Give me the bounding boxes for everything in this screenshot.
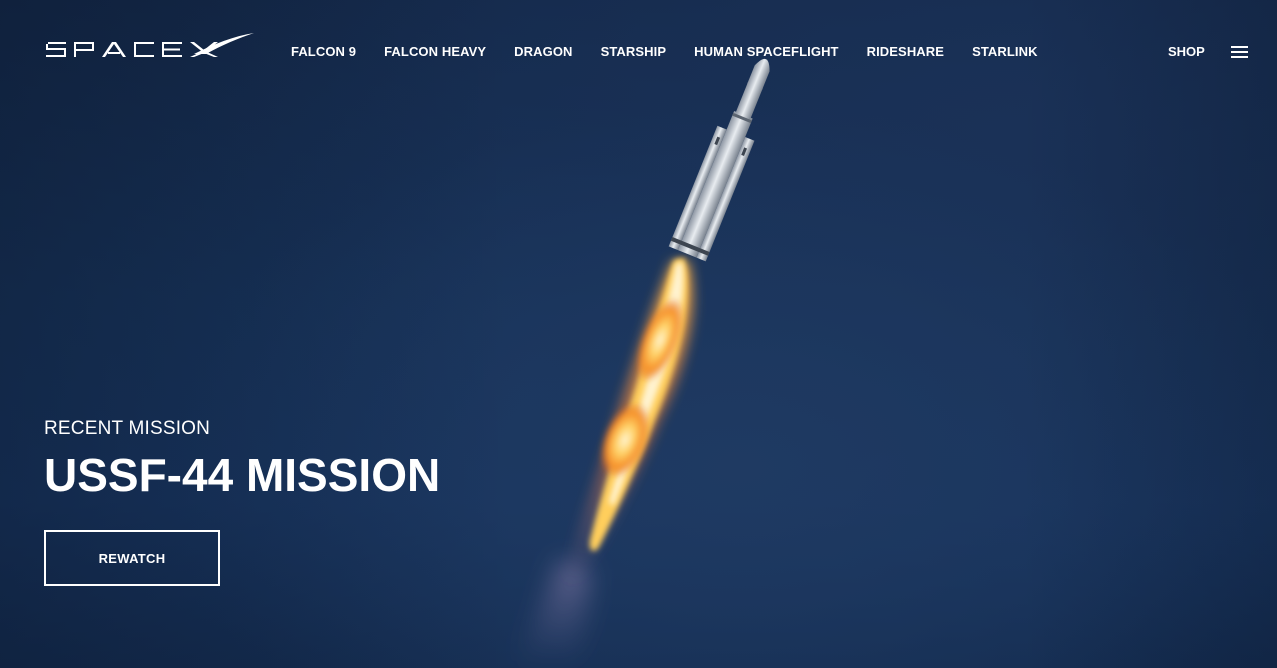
menu-bar (1231, 46, 1248, 48)
nav-link-human-spaceflight[interactable]: HUMAN SPACEFLIGHT (694, 44, 838, 60)
hero-section: FALCON 9 FALCON HEAVY DRAGON STARSHIP HU… (0, 0, 1277, 668)
hero-eyebrow: RECENT MISSION (44, 418, 211, 439)
primary-nav: FALCON 9 FALCON HEAVY DRAGON STARSHIP HU… (291, 44, 1066, 60)
nav-link-starlink[interactable]: STARLINK (972, 44, 1038, 60)
nav-link-starship[interactable]: STARSHIP (601, 44, 667, 60)
nav-link-dragon[interactable]: DRAGON (514, 44, 572, 60)
spacex-swoosh-logo-icon (46, 33, 254, 57)
menu-bar (1231, 56, 1248, 58)
menu-bar (1231, 51, 1248, 53)
hero-title: USSF-44 MISSION (44, 449, 441, 501)
spacex-logo[interactable] (44, 30, 256, 62)
nav-link-rideshare[interactable]: RIDESHARE (867, 44, 944, 60)
nav-link-falcon-9[interactable]: FALCON 9 (291, 44, 356, 60)
top-navigation: FALCON 9 FALCON HEAVY DRAGON STARSHIP HU… (0, 0, 1277, 104)
nav-link-falcon-heavy[interactable]: FALCON HEAVY (384, 44, 486, 60)
shop-link[interactable]: SHOP (1168, 44, 1205, 60)
hero-content: RECENT MISSION USSF-44 MISSION REWATCH (44, 416, 440, 586)
rewatch-button[interactable]: REWATCH (44, 530, 220, 586)
hamburger-menu-icon[interactable] (1231, 46, 1249, 60)
